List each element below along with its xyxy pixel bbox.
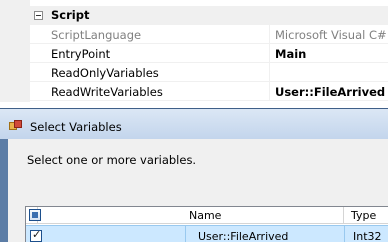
variable-type: Int32 bbox=[353, 230, 382, 242]
property-value[interactable]: User::FileArrived bbox=[275, 85, 385, 99]
column-header-label: Name bbox=[189, 209, 222, 222]
column-divider bbox=[185, 226, 186, 242]
column-divider bbox=[269, 44, 270, 63]
property-name: EntryPoint bbox=[51, 47, 111, 61]
column-divider bbox=[344, 226, 345, 242]
dialog-app-icon bbox=[9, 120, 23, 130]
column-divider bbox=[269, 63, 270, 82]
column-header-name[interactable]: Name bbox=[185, 207, 344, 224]
select-all-checkbox[interactable] bbox=[29, 209, 41, 221]
instruction-text: Select one or more variables. bbox=[27, 153, 197, 167]
property-row-readwrite-variables[interactable]: ReadWriteVariables User::FileArrived bbox=[30, 82, 388, 101]
row-checkbox[interactable] bbox=[30, 228, 42, 242]
property-name: ReadWriteVariables bbox=[51, 85, 163, 99]
column-divider bbox=[269, 25, 270, 44]
variables-grid: Name Type User::FileArrived Int32 bbox=[25, 206, 388, 242]
dialog-title: Select Variables bbox=[30, 120, 122, 134]
table-row[interactable]: User::FileArrived Int32 bbox=[26, 225, 388, 242]
category-label: Script bbox=[51, 8, 90, 22]
property-row-script-language[interactable]: ScriptLanguage Microsoft Visual C# 2 bbox=[30, 25, 388, 44]
property-value[interactable]: Main bbox=[275, 47, 306, 61]
dialog-body: Select one or more variables. Name Type … bbox=[8, 139, 388, 242]
property-row-entry-point[interactable]: EntryPoint Main bbox=[30, 44, 388, 63]
collapse-icon[interactable] bbox=[34, 11, 43, 20]
property-name: ScriptLanguage bbox=[51, 28, 142, 42]
select-variables-dialog: Select Variables Select one or more vari… bbox=[0, 108, 388, 242]
property-name: ReadOnlyVariables bbox=[51, 66, 159, 80]
variable-name: User::FileArrived bbox=[198, 230, 289, 242]
property-value[interactable]: Microsoft Visual C# 2 bbox=[275, 28, 388, 42]
column-header-label: Type bbox=[351, 209, 377, 222]
property-grid: Script ScriptLanguage Microsoft Visual C… bbox=[0, 0, 388, 102]
dialog-titlebar[interactable]: Select Variables bbox=[0, 109, 388, 139]
grid-header: Name Type bbox=[26, 207, 388, 224]
category-row-script[interactable]: Script bbox=[0, 6, 388, 25]
property-row-readonly-variables[interactable]: ReadOnlyVariables bbox=[30, 63, 388, 82]
header-check-cell[interactable] bbox=[26, 207, 41, 224]
column-divider bbox=[269, 82, 270, 101]
column-header-type[interactable]: Type bbox=[344, 207, 388, 224]
